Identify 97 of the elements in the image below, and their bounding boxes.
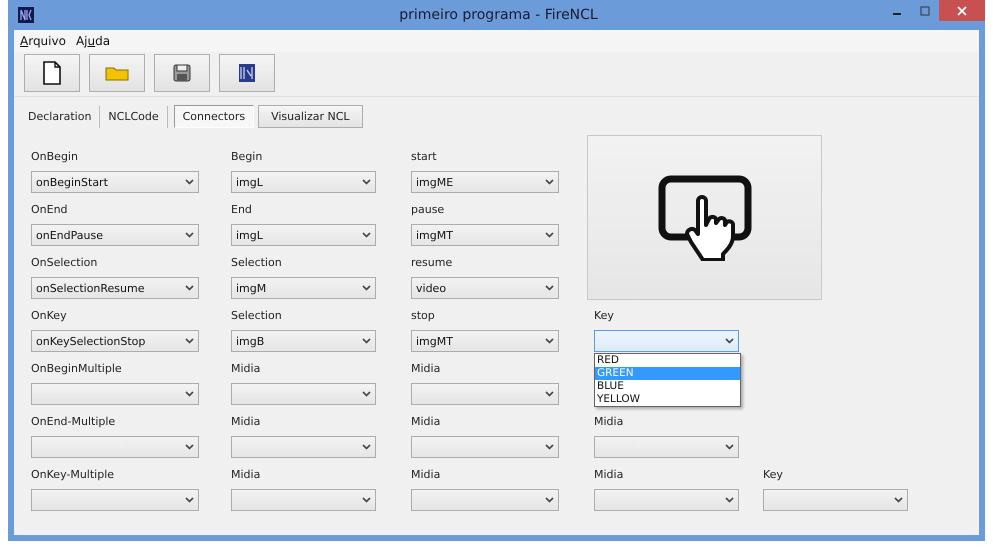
- field-label: Midia: [594, 415, 624, 429]
- chevron-down-icon: [185, 179, 194, 185]
- chevron-down-icon: [185, 338, 194, 344]
- chevron-down-icon: [545, 232, 554, 238]
- blank-page-icon: [43, 61, 61, 85]
- field-label: Midia: [231, 362, 262, 376]
- field-label: OnKey: [31, 309, 68, 323]
- field-label: Midia: [594, 468, 624, 482]
- field-label: Midia: [411, 362, 442, 376]
- tab[interactable]: Connectors: [174, 105, 254, 128]
- chevron-down-icon: [185, 232, 194, 238]
- chevron-down-icon: [362, 444, 371, 450]
- dropdown[interactable]: [594, 489, 739, 511]
- chevron-down-icon: [545, 338, 554, 344]
- dropdown[interactable]: [31, 489, 199, 511]
- chevron-down-icon: [545, 391, 554, 397]
- chevron-down-icon: [725, 338, 734, 344]
- chevron-down-icon: [185, 444, 194, 450]
- field-label: Midia: [231, 415, 262, 429]
- dropdown[interactable]: [231, 436, 376, 458]
- field-label: OnEnd-Multiple: [31, 415, 116, 429]
- dropdown[interactable]: [31, 436, 199, 458]
- field-label: Begin: [231, 150, 264, 164]
- chevron-down-icon: [362, 338, 371, 344]
- chevron-down-icon: [362, 179, 371, 185]
- toolbar-button[interactable]: [219, 54, 275, 92]
- close-icon: [957, 6, 967, 16]
- chevron-down-icon: [545, 497, 554, 503]
- chevron-down-icon: [185, 391, 194, 397]
- maximize-icon: [920, 6, 930, 16]
- field-label: OnKey-Multiple: [31, 468, 116, 482]
- toolbar-button[interactable]: [24, 54, 80, 92]
- menu-item[interactable]: Arquivo: [20, 34, 66, 48]
- menu-item[interactable]: Ajuda: [76, 34, 110, 48]
- minimize-icon: [893, 13, 901, 15]
- field-label: Selection: [231, 256, 283, 270]
- field-label: start: [411, 150, 438, 164]
- folder-icon: [105, 65, 129, 81]
- dropdown[interactable]: [411, 383, 559, 405]
- dropdown[interactable]: [594, 330, 739, 352]
- chevron-down-icon: [545, 444, 554, 450]
- field-label: OnBegin: [31, 150, 79, 164]
- close-button[interactable]: [939, 0, 985, 21]
- dropdown[interactable]: imgMT: [411, 224, 559, 246]
- chevron-down-icon: [545, 179, 554, 185]
- dropdown[interactable]: onKeySelectionStop: [31, 330, 199, 352]
- chevron-down-icon: [894, 497, 903, 503]
- hand-on-touchscreen-icon: [658, 174, 752, 260]
- tab[interactable]: Declaration: [20, 106, 100, 127]
- dropdown[interactable]: imgL: [231, 224, 376, 246]
- field-label: Midia: [411, 468, 442, 482]
- field-label: Key: [594, 309, 615, 323]
- field-label: Midia: [231, 468, 262, 482]
- chevron-down-icon: [362, 497, 371, 503]
- chevron-down-icon: [725, 497, 734, 503]
- dropdown[interactable]: imgL: [231, 171, 376, 193]
- dropdown-option[interactable]: YELLOW: [595, 393, 740, 406]
- dropdown[interactable]: [411, 489, 559, 511]
- dropdown[interactable]: [594, 436, 739, 458]
- chevron-down-icon: [362, 232, 371, 238]
- ncl-logo-icon: [238, 62, 256, 84]
- dropdown[interactable]: [31, 383, 199, 405]
- dropdown[interactable]: video: [411, 277, 559, 299]
- field-label: OnBeginMultiple: [31, 362, 123, 376]
- chevron-down-icon: [185, 285, 194, 291]
- view-button[interactable]: Visualizar NCL: [258, 105, 363, 128]
- field-label: End: [231, 203, 253, 217]
- dropdown[interactable]: [231, 489, 376, 511]
- field-label: Midia: [411, 415, 442, 429]
- app-logo-icon: [18, 7, 34, 23]
- field-label: Selection: [231, 309, 283, 323]
- dropdown[interactable]: imgM: [231, 277, 376, 299]
- dropdown[interactable]: imgB: [231, 330, 376, 352]
- dropdown-option[interactable]: BLUE: [595, 380, 740, 393]
- dropdown[interactable]: [231, 383, 376, 405]
- dropdown[interactable]: imgME: [411, 171, 559, 193]
- field-label: stop: [411, 309, 436, 323]
- field-label: Key: [763, 468, 784, 482]
- chevron-down-icon: [362, 285, 371, 291]
- window-title: primeiro programa - FireNCL: [398, 7, 599, 23]
- field-label: resume: [411, 256, 454, 270]
- dropdown-option[interactable]: RED: [595, 354, 740, 367]
- dropdown[interactable]: [411, 436, 559, 458]
- chevron-down-icon: [725, 444, 734, 450]
- chevron-down-icon: [185, 497, 194, 503]
- tab[interactable]: NCLCode: [100, 106, 167, 127]
- field-label: OnEnd: [31, 203, 69, 217]
- dropdown[interactable]: [763, 489, 908, 511]
- dropdown[interactable]: onSelectionResume: [31, 277, 199, 299]
- dropdown[interactable]: onBeginStart: [31, 171, 199, 193]
- dropdown[interactable]: imgMT: [411, 330, 559, 352]
- chevron-down-icon: [362, 391, 371, 397]
- chevron-down-icon: [545, 285, 554, 291]
- field-label: pause: [411, 203, 446, 217]
- field-label: OnSelection: [31, 256, 98, 270]
- toolbar-button[interactable]: [154, 54, 210, 92]
- dropdown[interactable]: onEndPause: [31, 224, 199, 246]
